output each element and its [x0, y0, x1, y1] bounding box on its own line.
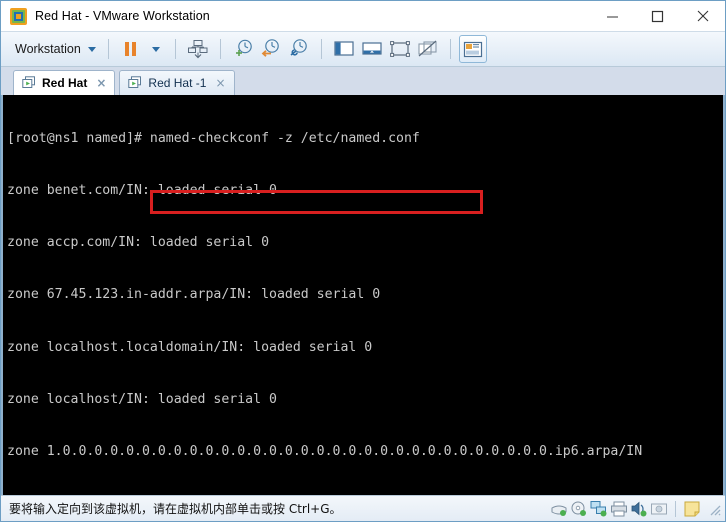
close-button[interactable]: [680, 2, 725, 31]
tab-label: Red Hat -1: [148, 76, 207, 90]
suspend-button[interactable]: [117, 35, 145, 63]
terminal-line: zone 67.45.123.in-addr.arpa/IN: loaded s…: [7, 287, 381, 303]
console-view-icon: [362, 42, 382, 55]
notes-icon[interactable]: [683, 500, 701, 518]
tab-red-hat-1[interactable]: Red Hat -1 ×: [119, 70, 235, 95]
terminal-line: zone 1.0.0.0.0.0.0.0.0.0.0.0.0.0.0.0.0.0…: [7, 444, 643, 460]
toolbar-separator: [219, 39, 221, 59]
close-icon[interactable]: ×: [215, 76, 225, 90]
tab-red-hat[interactable]: Red Hat ×: [13, 70, 116, 95]
hard-disk-icon[interactable]: [550, 500, 568, 518]
virtual-machine-icon: [128, 76, 143, 90]
main-toolbar: Workstation: [1, 31, 725, 67]
vmware-workstation-window: Red Hat - VMware Workstation Workstation: [0, 0, 726, 522]
enter-fullscreen-button[interactable]: [386, 35, 414, 63]
pause-icon: [125, 42, 137, 56]
toolbar-separator: [107, 39, 109, 59]
status-separator: [675, 500, 676, 517]
clock-revert-icon: [261, 39, 279, 57]
device-status-icons: [550, 500, 723, 518]
vm-console[interactable]: [root@ns1 named]# named-checkconf -z /et…: [1, 95, 725, 495]
title-bar: Red Hat - VMware Workstation: [1, 1, 725, 31]
power-dropdown-button[interactable]: [145, 35, 167, 63]
terminal-line: zone accp.com/IN: loaded serial 0: [7, 235, 270, 251]
show-thumbnail-bar-button[interactable]: [458, 35, 487, 63]
terminal-line: zone benet.com/IN: loaded serial 0: [7, 183, 277, 199]
virtual-machine-icon: [22, 76, 37, 90]
chevron-down-icon: [87, 46, 96, 52]
maximize-button[interactable]: [635, 2, 680, 31]
snapshot-tree-icon: [187, 40, 208, 59]
terminal-line: zone localhost/IN: loaded serial 0: [7, 391, 277, 407]
clock-wrench-icon: [290, 39, 307, 56]
show-library-button[interactable]: [330, 35, 358, 63]
snapshot-manager-button[interactable]: [285, 35, 313, 63]
fullscreen-icon: [389, 41, 410, 57]
workstation-menu-label: Workstation: [15, 42, 81, 56]
unity-mode-icon: [418, 40, 437, 57]
library-panel-icon: [334, 41, 354, 56]
terminal-output[interactable]: [root@ns1 named]# named-checkconf -z /et…: [7, 95, 723, 495]
terminal-line: zone localhost.localdomain/IN: loaded se…: [7, 339, 373, 355]
toolbar-separator: [174, 39, 176, 59]
toolbar-separator: [449, 39, 451, 59]
clock-plus-icon: [235, 39, 252, 56]
printer-icon[interactable]: [610, 500, 628, 518]
cd-dvd-icon[interactable]: [570, 500, 588, 518]
take-snapshot-button[interactable]: [229, 35, 257, 63]
toolbar-separator: [320, 39, 322, 59]
vmware-logo-icon: [10, 7, 27, 25]
resize-grip[interactable]: [707, 502, 721, 516]
workstation-menu-button[interactable]: Workstation: [11, 40, 100, 58]
chevron-down-icon: [151, 46, 160, 52]
network-adapter-icon[interactable]: [590, 500, 608, 518]
close-icon[interactable]: ×: [96, 76, 106, 90]
status-message: 要将输入定向到该虚拟机，请在虚拟机内部单击或按 Ctrl+G。: [9, 502, 342, 516]
window-controls: [590, 1, 725, 31]
minimize-button[interactable]: [590, 2, 635, 31]
show-console-view-button[interactable]: [358, 35, 386, 63]
usb-sound-icon[interactable]: [630, 500, 648, 518]
vm-tab-bar: Red Hat × Red Hat -1 ×: [1, 67, 725, 95]
revert-snapshot-button[interactable]: [257, 35, 285, 63]
manage-snapshots-button[interactable]: [184, 35, 212, 63]
unity-mode-button[interactable]: [414, 35, 442, 63]
tab-label: Red Hat: [42, 76, 88, 90]
thumbnail-bar-icon: [463, 41, 482, 57]
terminal-line: [root@ns1 named]# named-checkconf -z /et…: [7, 130, 420, 146]
camera-icon[interactable]: [650, 500, 668, 518]
status-bar: 要将输入定向到该虚拟机，请在虚拟机内部单击或按 Ctrl+G。: [1, 495, 725, 521]
window-title: Red Hat - VMware Workstation: [35, 9, 210, 23]
